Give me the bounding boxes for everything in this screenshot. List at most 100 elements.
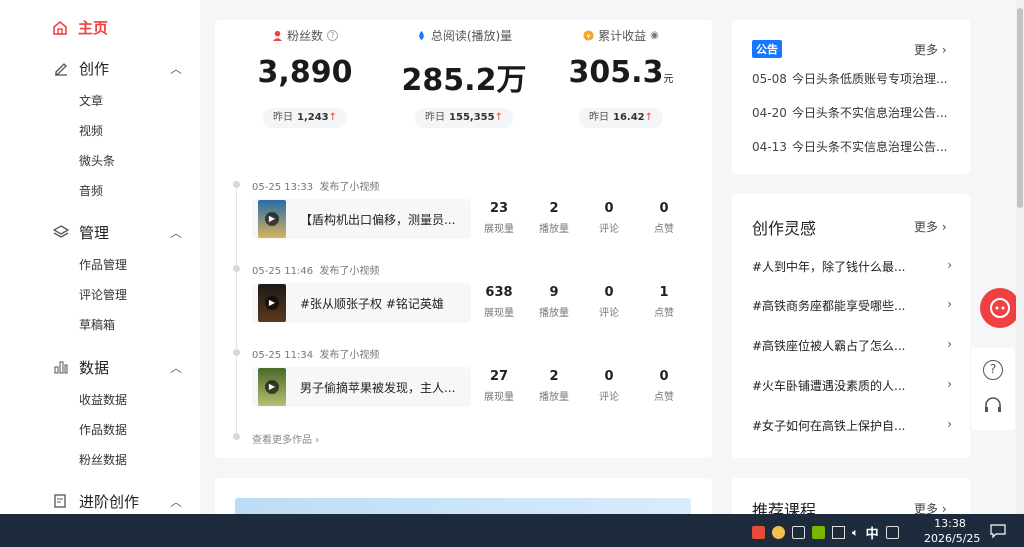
inspiration-item[interactable]: #高铁商务座都能享受哪些... › bbox=[752, 297, 952, 314]
home-icon bbox=[53, 20, 67, 35]
app-tray-icon[interactable] bbox=[752, 526, 765, 539]
nav-home-label: 主页 bbox=[78, 19, 109, 37]
nav-head-create[interactable]: 创作 ︿ bbox=[52, 56, 192, 80]
help-icon[interactable]: ? bbox=[327, 30, 338, 41]
sidebar-item-income-data[interactable]: 收益数据 bbox=[79, 385, 192, 415]
notification-icon[interactable] bbox=[990, 523, 1006, 539]
post-title: 男子偷摘苹果被发现，主人... bbox=[300, 380, 456, 395]
post-meta: 05-25 13:33 发布了小视频 bbox=[252, 182, 380, 193]
ime-indicator[interactable]: 中 bbox=[866, 523, 879, 542]
stat-yesterday: 昨日 155,355↑ bbox=[415, 108, 513, 128]
sidebar-item-works-data[interactable]: 作品数据 bbox=[79, 415, 192, 445]
keyboard-icon[interactable] bbox=[885, 526, 899, 539]
inspiration-title: 创作灵感 bbox=[752, 219, 817, 238]
announcement-item[interactable]: 04-13 今日头条不实信息治理公告... bbox=[752, 138, 947, 155]
edit-doc-icon bbox=[52, 493, 70, 509]
drop-icon bbox=[419, 30, 424, 41]
post-title: #张从顺张子权 #铭记英雄 bbox=[300, 296, 444, 311]
stat-label: ¥ 累计收益 ◉ bbox=[541, 27, 701, 44]
bar-chart-icon bbox=[52, 359, 70, 375]
stat-value: 285.2万 bbox=[401, 63, 527, 98]
announcement-item[interactable]: 05-08 今日头条低质账号专项治理... bbox=[752, 70, 947, 87]
svg-text:¥: ¥ bbox=[587, 32, 591, 40]
arrow-up-icon: ↑ bbox=[328, 112, 338, 123]
timeline-dot bbox=[233, 181, 240, 188]
headset-icon[interactable] bbox=[983, 396, 1003, 416]
sidebar-item-article[interactable]: 文章 bbox=[79, 86, 192, 116]
sidebar-item-drafts[interactable]: 草稿箱 bbox=[79, 310, 192, 340]
post-item[interactable]: ▶ 【盾构机出口偏移，测量员... bbox=[252, 199, 471, 239]
post-item[interactable]: ▶ 男子偷摘苹果被发现，主人... bbox=[252, 367, 471, 407]
scrollbar-thumb[interactable] bbox=[1017, 8, 1023, 208]
post-item[interactable]: ▶ #张从顺张子权 #铭记英雄 bbox=[252, 283, 471, 323]
play-icon: ▶ bbox=[265, 380, 279, 394]
stat-value: 305.3元 bbox=[568, 55, 674, 90]
sidebar-item-comments[interactable]: 评论管理 bbox=[79, 280, 192, 310]
nav-group-create: 创作 ︿ 文章 视频 微头条 音频 bbox=[52, 56, 192, 206]
nav-head-label: 进阶创作 bbox=[79, 492, 140, 511]
windows-taskbar: 🔈︎ 中 13:38 2026/5/25 bbox=[0, 514, 1024, 547]
post-meta: 05-25 11:46 发布了小视频 bbox=[252, 266, 380, 277]
metric-plays: 2 播放量 bbox=[539, 201, 569, 235]
page-scrollbar[interactable] bbox=[1016, 0, 1024, 514]
chat-bot-button[interactable] bbox=[980, 288, 1020, 328]
announcement-tag: 公告 bbox=[752, 40, 782, 58]
chat-bot-icon bbox=[990, 298, 1010, 318]
play-icon: ▶ bbox=[265, 212, 279, 226]
announcement-item[interactable]: 04-20 今日头条不实信息治理公告... bbox=[752, 104, 947, 121]
volume-icon[interactable]: 🔈︎ bbox=[852, 526, 859, 539]
clock-date: 2026/5/25 bbox=[924, 532, 981, 545]
chevron-up-icon: ︿ bbox=[170, 360, 183, 375]
inspiration-more[interactable]: 更多 › bbox=[914, 218, 947, 235]
nav-group-data: 数据 ︿ 收益数据 作品数据 粉丝数据 bbox=[52, 355, 192, 475]
nav-home[interactable]: 主页 bbox=[52, 17, 108, 38]
network-tray-icon[interactable] bbox=[792, 526, 805, 539]
metric-comments: 0 评论 bbox=[599, 369, 619, 403]
inspiration-item[interactable]: #火车卧铺遭遇没素质的人... › bbox=[752, 377, 952, 394]
taskbar-clock[interactable]: 13:38 2026/5/25 bbox=[924, 516, 981, 546]
more-works-link[interactable]: 查看更多作品 › bbox=[252, 431, 319, 446]
nav-head-manage[interactable]: 管理 ︿ bbox=[52, 220, 192, 244]
user-icon bbox=[272, 30, 283, 41]
post-title: 【盾构机出口偏移，测量员... bbox=[300, 212, 456, 227]
help-icon[interactable]: ? bbox=[983, 360, 1003, 380]
stat-yesterday: 昨日 16.42↑ bbox=[578, 108, 664, 128]
sidebar-item-micro[interactable]: 微头条 bbox=[79, 146, 192, 176]
banner-card bbox=[215, 478, 712, 518]
sidebar-item-audio[interactable]: 音频 bbox=[79, 176, 192, 206]
metric-impressions: 638 展现量 bbox=[484, 285, 514, 319]
play-icon: ▶ bbox=[265, 296, 279, 310]
sidebar-item-video[interactable]: 视频 bbox=[79, 116, 192, 146]
nav-head-data[interactable]: 数据 ︿ bbox=[52, 355, 192, 379]
timeline-line bbox=[236, 181, 238, 436]
timeline-dot bbox=[233, 265, 240, 272]
metric-likes: 0 点赞 bbox=[654, 201, 674, 235]
eye-icon[interactable]: ◉ bbox=[650, 30, 659, 41]
stat-label: 粉丝数 ? bbox=[225, 27, 385, 44]
chevron-up-icon: ︿ bbox=[170, 61, 183, 76]
inspiration-item[interactable]: #高铁座位被人霸占了怎么... › bbox=[752, 337, 952, 354]
metric-comments: 0 评论 bbox=[599, 285, 619, 319]
inspiration-item[interactable]: #女子如何在高铁上保护自... › bbox=[752, 417, 952, 434]
wifi-icon[interactable] bbox=[832, 526, 845, 539]
nav-group-manage: 管理 ︿ 作品管理 评论管理 草稿箱 bbox=[52, 220, 192, 340]
nav-head-advanced[interactable]: 进阶创作 ︿ bbox=[52, 489, 192, 513]
chevron-up-icon: ︿ bbox=[170, 225, 183, 240]
nav-head-label: 管理 bbox=[79, 223, 110, 242]
inspiration-item[interactable]: #人到中年，除了钱什么最... › bbox=[752, 258, 952, 275]
chevron-right-icon: › bbox=[315, 435, 320, 446]
metric-impressions: 27 展现量 bbox=[484, 369, 514, 403]
metric-plays: 2 播放量 bbox=[539, 369, 569, 403]
chevron-right-icon: › bbox=[941, 220, 947, 234]
metric-likes: 0 点赞 bbox=[654, 369, 674, 403]
chevron-right-icon: › bbox=[947, 377, 952, 391]
sidebar-item-works[interactable]: 作品管理 bbox=[79, 250, 192, 280]
nav-group-advanced: 进阶创作 ︿ bbox=[52, 489, 192, 513]
nvidia-icon[interactable] bbox=[812, 526, 825, 539]
app-tray-icon[interactable] bbox=[772, 526, 785, 539]
stat-value: 3,890 bbox=[257, 55, 353, 90]
chevron-right-icon: › bbox=[947, 417, 952, 431]
sidebar-item-fans-data[interactable]: 粉丝数据 bbox=[79, 445, 192, 475]
nav-head-label: 数据 bbox=[79, 358, 110, 377]
announcement-more[interactable]: 更多 › bbox=[914, 41, 947, 58]
